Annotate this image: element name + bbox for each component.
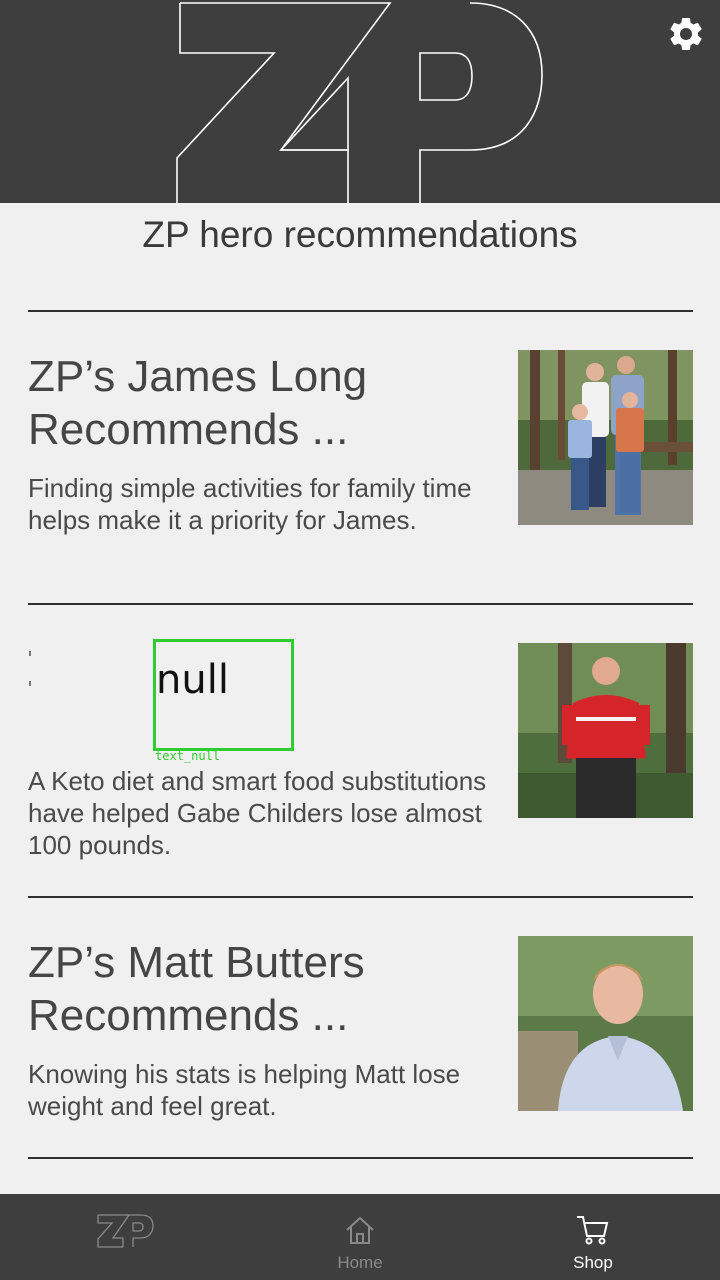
nav-item-home[interactable]: Home: [270, 1194, 450, 1280]
bottom-nav: Home Shop: [0, 1194, 720, 1280]
man-red-shirt-photo: [518, 643, 693, 818]
nav-label: Shop: [573, 1253, 613, 1272]
card-title: ZP’s Matt Butters Recommends ...: [28, 938, 365, 1040]
divider: [28, 603, 693, 605]
debug-caption: text_null: [155, 749, 221, 763]
title-fragment: [29, 651, 31, 656]
home-icon: [346, 1216, 374, 1244]
divider: [28, 896, 693, 898]
cart-icon: [577, 1216, 609, 1245]
smiling-man-photo: [518, 936, 693, 1111]
title-fragment: [29, 681, 31, 686]
card-title: ZP’s James Long Recommends ...: [28, 352, 368, 454]
card-description: A Keto diet and smart food substitutions…: [28, 766, 487, 860]
app-header: [0, 0, 720, 203]
divider: [28, 310, 693, 312]
gear-icon: [670, 17, 702, 50]
nav-item-shop[interactable]: Shop: [503, 1194, 683, 1280]
nav-label: Home: [337, 1253, 383, 1272]
card-description: Finding simple activities for family tim…: [28, 473, 472, 535]
card-description: Knowing his stats is helping Matt lose w…: [28, 1059, 461, 1121]
family-photo: [518, 350, 693, 525]
nav-item-zp[interactable]: [35, 1194, 215, 1280]
settings-button[interactable]: [666, 14, 706, 54]
zp-logo: [176, 2, 543, 203]
card-title: null: [156, 657, 229, 703]
zp-logo-icon: [97, 1214, 154, 1248]
divider: [28, 1157, 693, 1159]
page-title: ZP hero recommendations: [142, 214, 578, 255]
